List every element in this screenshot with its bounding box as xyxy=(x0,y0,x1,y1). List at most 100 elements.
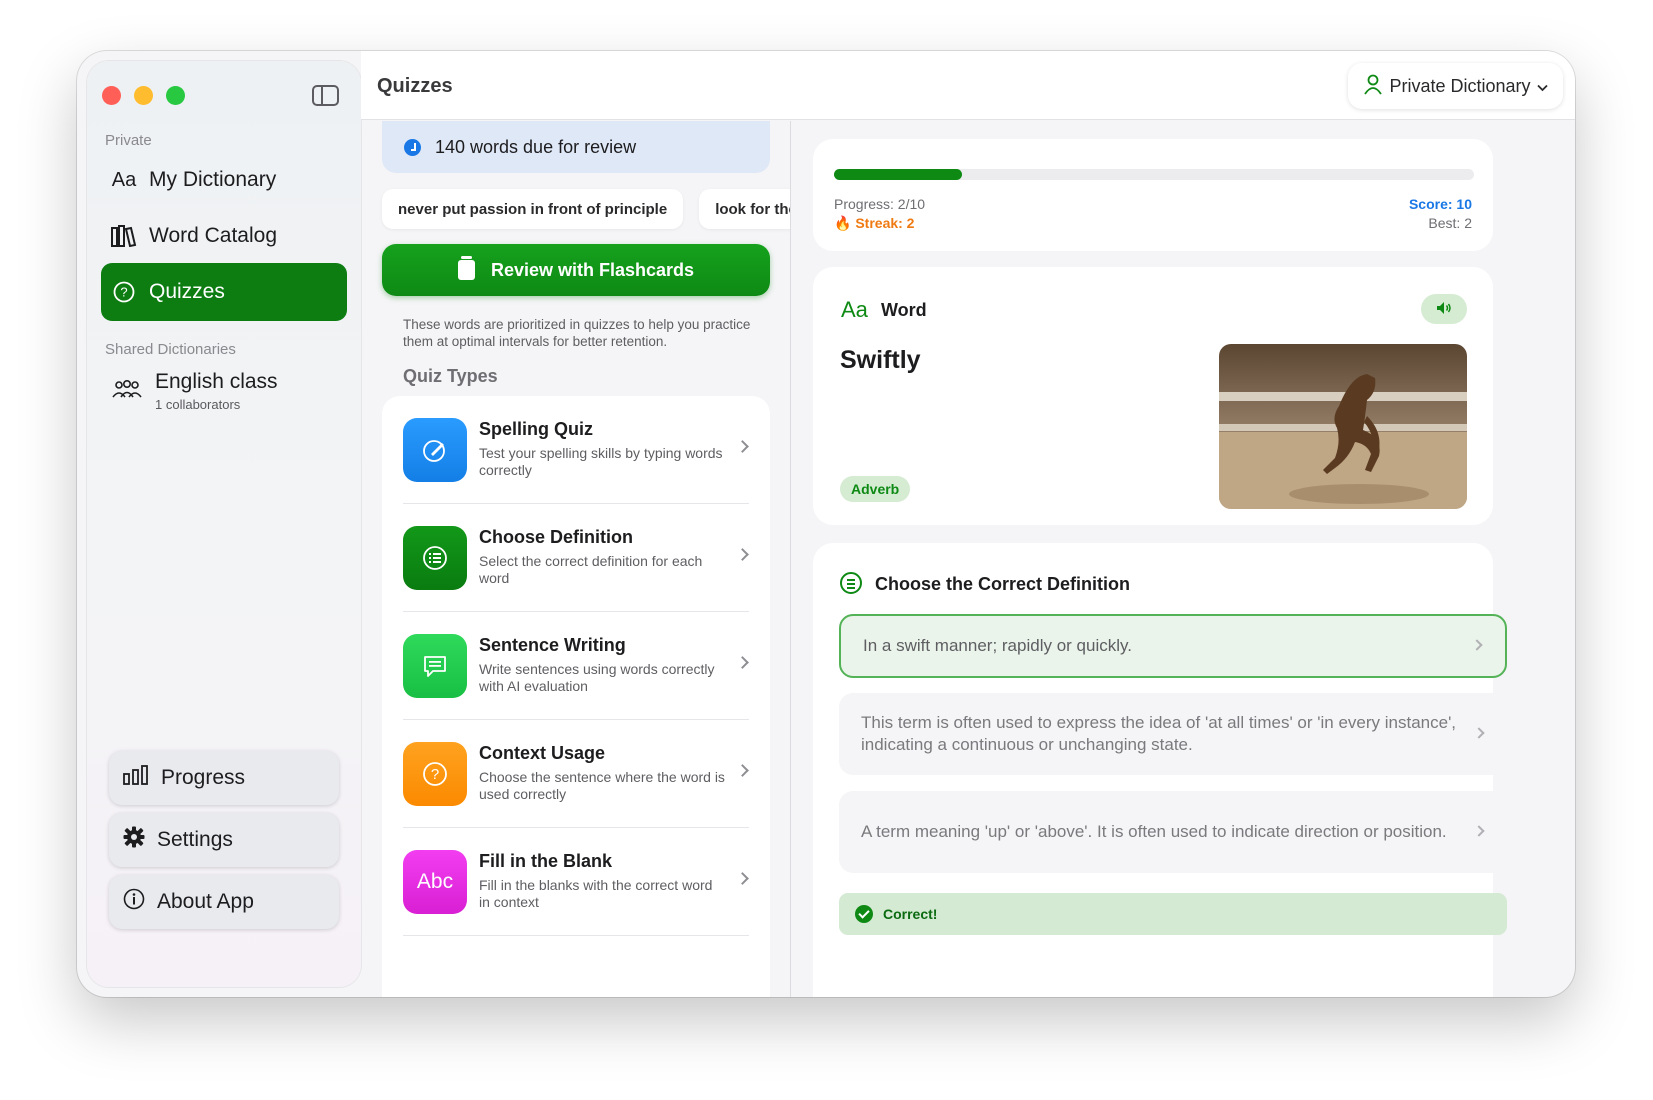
chevron-down-icon xyxy=(1536,76,1548,97)
page-title: Quizzes xyxy=(377,75,453,97)
feedback-banner: Correct! xyxy=(839,893,1507,935)
definition-option-text: This term is often used to express the i… xyxy=(861,713,1457,754)
quiz-type-desc: Write sentences using words correctly wi… xyxy=(479,661,715,694)
quiz-type-desc: Select the correct definition for each w… xyxy=(479,553,703,586)
books-icon xyxy=(111,225,137,247)
about-app-button[interactable]: About App xyxy=(109,875,339,929)
quiz-type-title: Sentence Writing xyxy=(479,635,626,655)
quiz-type-title: Fill in the Blank xyxy=(479,851,613,871)
close-window-button[interactable] xyxy=(102,86,121,105)
chevron-right-icon xyxy=(736,440,749,453)
app-window: Private Aa My Dictionary Word Catalog ? … xyxy=(77,51,1575,997)
sidebar-item-label: Quizzes xyxy=(149,280,225,303)
list-circle-icon xyxy=(840,572,862,594)
streak-text: 🔥 Streak: 2 xyxy=(834,215,914,232)
word-section-label: Word xyxy=(881,300,927,320)
dictionary-picker[interactable]: Private Dictionary xyxy=(1348,63,1563,109)
review-flashcards-button[interactable]: Review with Flashcards xyxy=(382,244,770,296)
definition-option-text: In a swift manner; rapidly or quickly. xyxy=(863,636,1132,655)
aa-icon: Aa xyxy=(841,297,868,322)
quiz-types-heading: Quiz Types xyxy=(403,366,498,386)
flashcards-icon xyxy=(457,256,475,280)
gear-icon xyxy=(123,826,145,854)
quiz-types-list: Spelling Quiz Test your spelling skills … xyxy=(382,396,770,997)
progress-bar-fill xyxy=(834,169,962,180)
word-chip[interactable]: never put passion in front of principle xyxy=(382,189,684,229)
shared-dictionary-name: English class xyxy=(155,370,278,393)
about-app-label: About App xyxy=(157,890,254,913)
zoom-window-button[interactable] xyxy=(166,86,185,105)
definition-question-card: Choose the Correct Definition In a swift… xyxy=(813,543,1507,997)
question-circle-icon: ? xyxy=(403,742,467,806)
chevron-right-icon xyxy=(1473,727,1485,739)
abc-icon: Abc xyxy=(403,850,467,914)
people-icon xyxy=(111,378,143,405)
toolbar: Quizzes Private Dictionary xyxy=(361,51,1575,120)
quiz-type-spelling[interactable]: Spelling Quiz Test your spelling skills … xyxy=(403,396,749,504)
person-icon xyxy=(1363,73,1383,100)
streak-value: Streak: 2 xyxy=(855,215,915,231)
checkmark-circle-icon xyxy=(855,905,873,923)
quiz-type-context-usage[interactable]: ? Context Usage Choose the sentence wher… xyxy=(403,720,749,828)
review-hint: These words are prioritized in quizzes t… xyxy=(403,317,751,349)
minimize-window-button[interactable] xyxy=(134,86,153,105)
sidebar-section-private: Private xyxy=(105,132,152,149)
sidebar-item-label: Word Catalog xyxy=(149,224,278,247)
flame-icon: 🔥 xyxy=(834,215,852,231)
quiz-session-panel: Progress: 2/10 🔥 Streak: 2 Score: 10 Bes… xyxy=(791,121,1575,997)
aa-icon: Aa xyxy=(111,168,137,191)
pencil-circle-icon xyxy=(403,418,467,482)
svg-text:?: ? xyxy=(120,285,127,300)
best-text: Best: 2 xyxy=(1428,215,1472,231)
progress-label: Progress xyxy=(161,766,246,789)
due-review-banner[interactable]: 140 words due for review xyxy=(382,121,770,173)
settings-label: Settings xyxy=(157,828,233,851)
quiz-type-title: Spelling Quiz xyxy=(479,419,594,439)
question-circle-icon: ? xyxy=(111,281,137,303)
sidebar-section-shared: Shared Dictionaries xyxy=(105,341,236,358)
due-review-text: 140 words due for review xyxy=(435,136,637,157)
settings-button[interactable]: Settings xyxy=(109,813,339,867)
quiz-types-panel: 140 words due for review never put passi… xyxy=(361,121,791,997)
progress-text: Progress: 2/10 xyxy=(834,196,926,212)
sidebar-item-label: My Dictionary xyxy=(149,168,277,191)
word-chip[interactable]: look for the xyxy=(699,189,791,229)
definition-option-text: A term meaning 'up' or 'above'. It is of… xyxy=(861,822,1447,841)
score-text: Score: 10 xyxy=(1408,196,1472,212)
definition-option-1[interactable]: In a swift manner; rapidly or quickly. xyxy=(839,614,1507,678)
due-word-chips: never put passion in front of principle … xyxy=(382,189,791,229)
word-illustration-horse xyxy=(1219,344,1467,509)
quiz-type-desc: Choose the sentence where the word is us… xyxy=(479,769,725,802)
word-card: Aa Word Swiftly Adverb xyxy=(813,267,1493,525)
dictionary-picker-label: Private Dictionary xyxy=(1389,75,1531,96)
definition-question-title: Choose the Correct Definition xyxy=(875,574,1131,594)
pronounce-button[interactable] xyxy=(1421,294,1467,324)
shared-dictionary-collaborators: 1 collaborators xyxy=(155,397,241,412)
progress-button[interactable]: Progress xyxy=(109,751,339,805)
sidebar-toggle-icon[interactable] xyxy=(312,85,339,106)
quiz-type-title: Context Usage xyxy=(479,743,606,763)
speaker-icon xyxy=(1436,301,1452,318)
sidebar-item-quizzes[interactable]: ? Quizzes xyxy=(101,263,347,321)
definition-option-3[interactable]: A term meaning 'up' or 'above'. It is of… xyxy=(839,791,1507,873)
sidebar-item-word-catalog[interactable]: Word Catalog xyxy=(101,207,347,265)
clock-icon xyxy=(404,138,421,156)
progress-card: Progress: 2/10 🔥 Streak: 2 Score: 10 Bes… xyxy=(813,139,1493,251)
quiz-type-choose-definition[interactable]: Choose Definition Select the correct def… xyxy=(403,504,749,612)
quiz-type-desc: Test your spelling skills by typing word… xyxy=(479,445,723,478)
message-icon xyxy=(403,634,467,698)
sidebar-item-my-dictionary[interactable]: Aa My Dictionary xyxy=(101,151,347,209)
svg-text:?: ? xyxy=(431,766,439,783)
info-icon xyxy=(123,888,145,916)
quiz-type-sentence-writing[interactable]: Sentence Writing Write sentences using w… xyxy=(403,612,749,720)
sidebar-item-english-class[interactable]: English class 1 collaborators xyxy=(111,370,278,412)
review-flashcards-label: Review with Flashcards xyxy=(490,259,695,280)
progress-bar xyxy=(834,169,1474,180)
quiz-type-fill-blank[interactable]: Abc Fill in the Blank Fill in the blanks… xyxy=(403,828,749,936)
chevron-right-icon xyxy=(736,656,749,669)
definition-option-2[interactable]: This term is often used to express the i… xyxy=(839,693,1507,775)
list-circle-icon xyxy=(403,526,467,590)
sidebar: Private Aa My Dictionary Word Catalog ? … xyxy=(87,61,361,987)
chevron-right-icon xyxy=(736,872,749,885)
feedback-text: Correct! xyxy=(883,906,938,922)
